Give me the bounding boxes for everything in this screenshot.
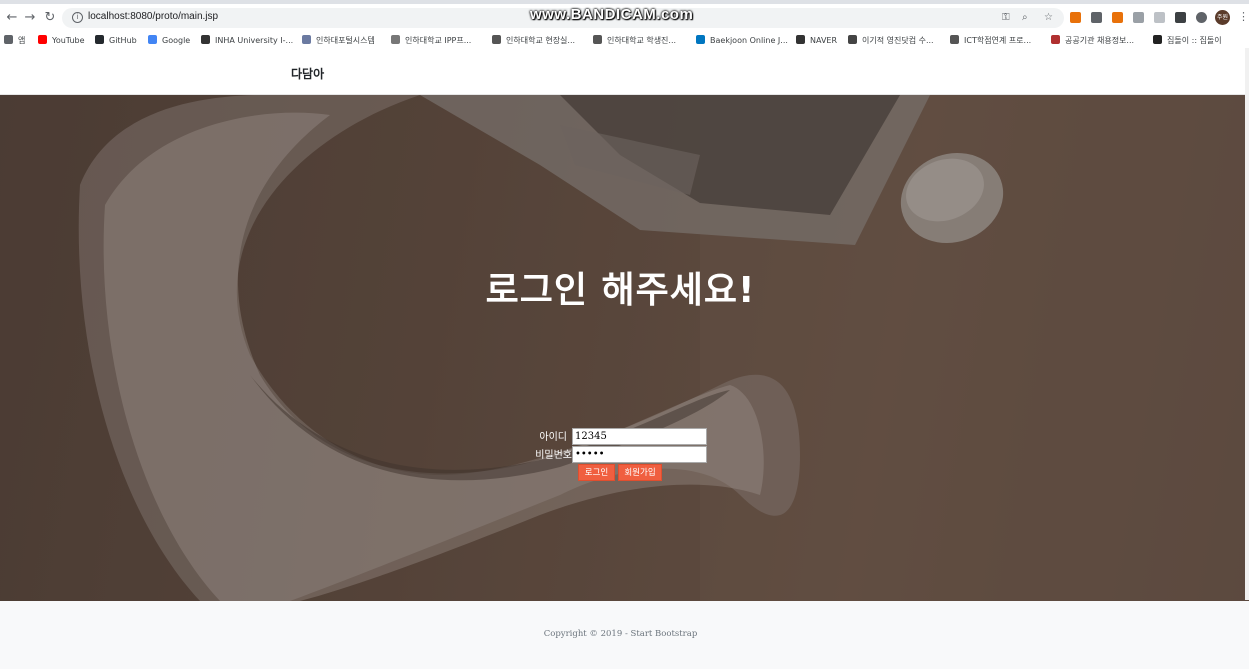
puzzle-icon[interactable] bbox=[1196, 12, 1207, 23]
brand-logo[interactable]: 다담아 bbox=[291, 65, 324, 82]
bookmark-item[interactable]: 집돌이 :: 집돌이 bbox=[1153, 34, 1222, 47]
bookmark-label: 앱 bbox=[18, 36, 26, 45]
zoom-icon[interactable]: ⌕ bbox=[1022, 12, 1028, 24]
bandicam-watermark: www.BANDICAM.com bbox=[530, 6, 694, 23]
bookmark-item[interactable]: GitHub bbox=[95, 34, 137, 47]
site-navbar: 다담아 bbox=[0, 48, 1249, 95]
extension-icon[interactable] bbox=[1154, 12, 1165, 23]
tab-strip bbox=[0, 0, 1249, 4]
bookmark-item[interactable]: 인하대학교 IPP프... bbox=[391, 34, 471, 47]
bookmark-label: GitHub bbox=[109, 36, 137, 45]
menu-dots-icon[interactable]: ⋮ bbox=[1238, 10, 1249, 24]
extension-icon[interactable] bbox=[1091, 12, 1102, 23]
copyright-text: Copyright © 2019 - Start Bootstrap bbox=[543, 629, 698, 639]
bookmark-label: 집돌이 :: 집돌이 bbox=[1167, 36, 1222, 45]
bookmark-favicon-icon bbox=[148, 35, 157, 44]
bookmark-item[interactable]: 인하대학교 학생진... bbox=[593, 34, 676, 47]
bookmark-favicon-icon bbox=[593, 35, 602, 44]
bookmark-label: 공공기관 채용정보... bbox=[1065, 36, 1135, 45]
signup-button[interactable]: 회원가입 bbox=[618, 464, 662, 481]
bookmark-label: NAVER bbox=[810, 36, 838, 45]
bookmark-item[interactable]: ICT학점연계 프로... bbox=[950, 34, 1031, 47]
bookmark-item[interactable]: Baekjoon Online J... bbox=[696, 34, 788, 47]
bookmark-favicon-icon bbox=[492, 35, 501, 44]
site-info-icon[interactable]: i bbox=[72, 12, 83, 23]
key-icon[interactable]: ⚿ bbox=[1002, 12, 1010, 24]
id-input[interactable]: 12345 bbox=[572, 428, 707, 445]
bookmark-favicon-icon bbox=[848, 35, 857, 44]
page-scrollbar[interactable] bbox=[1245, 48, 1249, 600]
bookmark-favicon-icon bbox=[302, 35, 311, 44]
browser-toolbar: ← → ↻ i localhost:8080/proto/main.jsp ⚿ … bbox=[0, 0, 1249, 33]
extension-icon[interactable] bbox=[1112, 12, 1123, 23]
bookmark-label: 인하대학교 학생진... bbox=[607, 36, 677, 45]
extension-icon[interactable] bbox=[1070, 12, 1081, 23]
bookmark-favicon-icon bbox=[1153, 35, 1162, 44]
bookmark-label: INHA University I-... bbox=[215, 36, 294, 45]
bookmark-favicon-icon bbox=[391, 35, 400, 44]
bookmark-label: YouTube bbox=[52, 36, 85, 45]
bookmark-favicon-icon bbox=[4, 35, 13, 44]
extension-icon[interactable] bbox=[1175, 12, 1186, 23]
bookmark-item[interactable]: INHA University I-... bbox=[201, 34, 293, 47]
bookmark-label: Google bbox=[162, 36, 191, 45]
password-label: 비밀번호 bbox=[535, 450, 572, 461]
bookmark-item[interactable]: NAVER bbox=[796, 34, 837, 47]
bookmark-favicon-icon bbox=[796, 35, 805, 44]
hero-background-image bbox=[0, 95, 1249, 601]
bookmark-item[interactable]: Google bbox=[148, 34, 190, 47]
bookmark-label: ICT학점연계 프로... bbox=[964, 36, 1032, 45]
bookmark-item[interactable]: 인하대포털시스템 bbox=[302, 34, 375, 47]
bookmark-favicon-icon bbox=[201, 35, 210, 44]
bookmark-item[interactable]: 이기적 영진닷컴 수... bbox=[848, 34, 934, 47]
bookmark-favicon-icon bbox=[950, 35, 959, 44]
bookmark-label: 이기적 영진닷컴 수... bbox=[862, 36, 934, 45]
bookmark-item[interactable]: 앱 bbox=[4, 34, 25, 47]
hero-title: 로그인 해주세요! bbox=[485, 270, 756, 311]
footer: Copyright © 2019 - Start Bootstrap bbox=[0, 601, 1249, 669]
address-url[interactable]: localhost:8080/proto/main.jsp bbox=[88, 11, 218, 22]
bookmark-label: 인하대학교 IPP프... bbox=[405, 36, 472, 45]
profile-avatar[interactable]: 주원 bbox=[1215, 10, 1230, 25]
login-button[interactable]: 로그인 bbox=[578, 464, 615, 481]
hero-section: 로그인 해주세요! 아이디 12345 비밀번호 ••••• 로그인 회원가입 bbox=[0, 95, 1249, 601]
bookmark-favicon-icon bbox=[1051, 35, 1060, 44]
bookmark-label: Baekjoon Online J... bbox=[710, 36, 788, 45]
bookmarks-bar: 앱 YouTube GitHub Google INHA University I-..… bbox=[0, 33, 1249, 48]
forward-arrow-icon[interactable]: → bbox=[22, 10, 38, 26]
star-icon[interactable]: ☆ bbox=[1044, 12, 1053, 24]
bookmark-label: 인하대학교 현장실... bbox=[506, 36, 576, 45]
bookmark-item[interactable]: 인하대학교 현장실... bbox=[492, 34, 575, 47]
password-input[interactable]: ••••• bbox=[572, 446, 707, 463]
bookmark-favicon-icon bbox=[95, 35, 104, 44]
bookmark-favicon-icon bbox=[696, 35, 705, 44]
bookmark-item[interactable]: YouTube bbox=[38, 34, 85, 47]
reload-icon[interactable]: ↻ bbox=[42, 10, 58, 26]
extension-icon[interactable] bbox=[1133, 12, 1144, 23]
bookmark-label: 인하대포털시스템 bbox=[316, 36, 375, 45]
bookmark-favicon-icon bbox=[38, 35, 47, 44]
bookmark-item[interactable]: 공공기관 채용정보... bbox=[1051, 34, 1134, 47]
back-arrow-icon[interactable]: ← bbox=[4, 10, 20, 26]
id-label: 아이디 bbox=[539, 432, 567, 443]
